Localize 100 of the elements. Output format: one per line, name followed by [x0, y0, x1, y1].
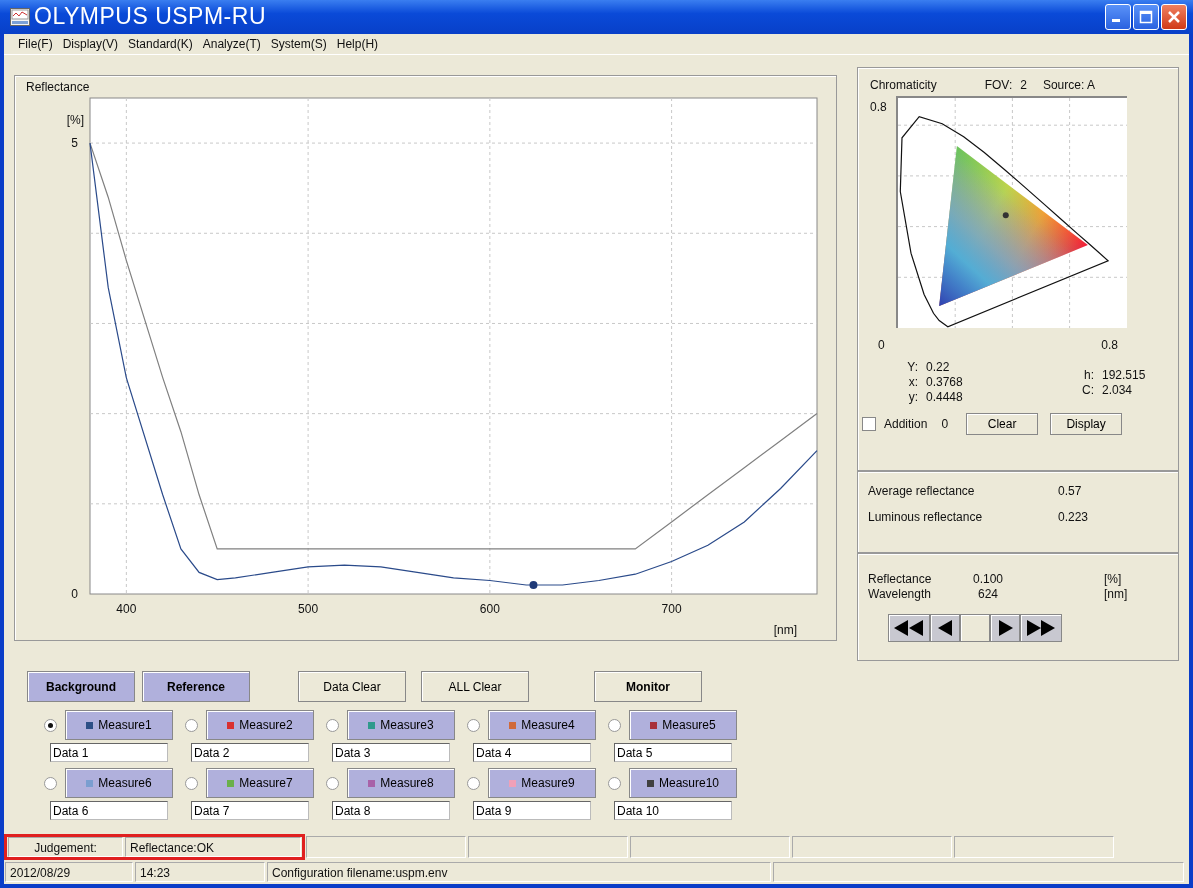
- measure-button[interactable]: Measure10: [629, 768, 737, 798]
- action-button[interactable]: Monitor: [594, 671, 702, 702]
- measure-button[interactable]: Measure5: [629, 710, 737, 740]
- action-button[interactable]: ALL Clear: [421, 671, 529, 702]
- previous-button[interactable]: [930, 614, 960, 642]
- addition-count: 0: [941, 417, 949, 431]
- data-name-field[interactable]: Data 3: [332, 743, 450, 762]
- data-name-field[interactable]: Data 2: [191, 743, 309, 762]
- measure-button[interactable]: Measure4: [488, 710, 596, 740]
- fov-label: FOV:: [984, 78, 1013, 92]
- action-button[interactable]: Reference: [142, 671, 250, 702]
- source-label: Source: A: [1042, 78, 1095, 92]
- y-tick-label: 0: [71, 587, 78, 601]
- y-tick-label: 5: [71, 136, 78, 151]
- x-tick-label: 0.8: [1101, 338, 1118, 352]
- measure-button[interactable]: Measure6: [65, 768, 173, 798]
- value-label: h:: [1083, 368, 1094, 383]
- window-title: OLYMPUS USPM-RU: [34, 3, 266, 31]
- value-label: x:: [907, 375, 918, 390]
- value-label: Y:: [906, 360, 918, 375]
- measure-button[interactable]: Measure7: [206, 768, 314, 798]
- action-button[interactable]: Background: [27, 671, 135, 702]
- data-name-field[interactable]: Data 5: [614, 743, 732, 762]
- cursor-unit: [nm]: [1104, 587, 1129, 602]
- data-name-field[interactable]: Data 4: [473, 743, 591, 762]
- addition-checkbox[interactable]: [862, 417, 876, 431]
- radio-button[interactable]: [185, 776, 198, 790]
- fov-value: 2: [1020, 78, 1027, 92]
- measure-button[interactable]: Measure2: [206, 710, 314, 740]
- left-arrow-icon: [937, 620, 953, 636]
- radio-button[interactable]: [185, 718, 198, 732]
- x-tick-label: 0: [878, 338, 885, 352]
- menu-item[interactable]: File(F): [16, 36, 61, 51]
- x-tick-label: 500: [298, 602, 319, 616]
- radio-button[interactable]: [326, 718, 339, 732]
- minimize-icon: [1112, 19, 1120, 23]
- value-text: 192.515: [1102, 368, 1146, 383]
- value-text: 2.034: [1102, 383, 1133, 398]
- radio-button[interactable]: [608, 718, 621, 732]
- last-button[interactable]: [1020, 614, 1062, 642]
- chromaticity-button[interactable]: Clear: [966, 413, 1039, 435]
- measure-button[interactable]: Measure8: [347, 768, 455, 798]
- next-button[interactable]: [990, 614, 1020, 642]
- action-button[interactable]: Data Clear: [298, 671, 406, 702]
- status-cell: Judgement:: [8, 837, 123, 857]
- menu-item[interactable]: Help(H): [334, 36, 387, 51]
- data-name-field[interactable]: Data 9: [473, 801, 591, 820]
- summary-value: 0.57: [1058, 484, 1082, 498]
- cursor-label: Wavelength: [868, 587, 932, 602]
- x-axis-unit: [nm]: [773, 623, 797, 637]
- chromaticity-title: Chromaticity: [870, 78, 937, 92]
- radio-button[interactable]: [44, 718, 57, 732]
- cursor-label: Reflectance: [868, 572, 933, 587]
- cursor-value: 624: [977, 587, 999, 602]
- menu-item[interactable]: Standard(K): [126, 36, 201, 51]
- value-text: 0.4448: [926, 390, 963, 405]
- first-button[interactable]: [888, 614, 930, 642]
- minimize-button[interactable]: [1105, 3, 1131, 30]
- radio-button[interactable]: [44, 776, 57, 790]
- value-text: 0.3768: [926, 375, 963, 390]
- data-name-field[interactable]: Data 1: [50, 743, 168, 762]
- status-cell: Configuration filename:uspm.env: [267, 862, 771, 882]
- x-tick-label: 600: [479, 602, 500, 616]
- y-axis-unit: [%]: [66, 113, 84, 127]
- x-tick-label: 400: [116, 602, 137, 616]
- value-label: y:: [907, 390, 918, 405]
- radio-button[interactable]: [467, 718, 480, 732]
- menu-item[interactable]: Display(V): [60, 36, 126, 51]
- status-cell: 2012/08/29: [5, 862, 133, 882]
- cursor-unit: [%]: [1104, 572, 1123, 587]
- close-button[interactable]: [1161, 3, 1187, 30]
- data-name-field[interactable]: Data 6: [50, 801, 168, 820]
- app-icon: [10, 7, 30, 26]
- data-name-field[interactable]: Data 8: [332, 801, 450, 820]
- radio-button[interactable]: [467, 776, 480, 790]
- x-tick-label: 700: [661, 602, 682, 616]
- data-name-field[interactable]: Data 7: [191, 801, 309, 820]
- summary-label: Average reflectance: [868, 484, 976, 498]
- maximize-button[interactable]: [1133, 3, 1159, 30]
- value-label: C:: [1081, 383, 1094, 398]
- addition-label: Addition: [884, 417, 928, 431]
- panel-title: Reflectance: [26, 80, 90, 94]
- cursor-point: [529, 581, 538, 589]
- summary-label: Luminous reflectance: [868, 510, 984, 524]
- measure-button[interactable]: Measure9: [488, 768, 596, 798]
- radio-button[interactable]: [326, 776, 339, 790]
- chromaticity-button[interactable]: Display: [1050, 413, 1123, 435]
- cursor-value: 0.100: [972, 572, 1004, 587]
- value-text: 0.22: [926, 360, 950, 375]
- status-cell: Reflectance:OK: [125, 837, 301, 857]
- y-tick-label: 0.8: [870, 99, 888, 116]
- radio-button[interactable]: [608, 776, 621, 790]
- measure-button[interactable]: Measure1: [65, 710, 173, 740]
- double-right-arrow-icon: [1026, 620, 1056, 636]
- double-left-arrow-icon: [894, 620, 924, 636]
- menu-item[interactable]: System(S): [268, 36, 335, 51]
- data-name-field[interactable]: Data 10: [614, 801, 732, 820]
- status-cell: 14:23: [135, 862, 265, 882]
- menu-item[interactable]: Analyze(T): [200, 36, 269, 51]
- measure-button[interactable]: Measure3: [347, 710, 455, 740]
